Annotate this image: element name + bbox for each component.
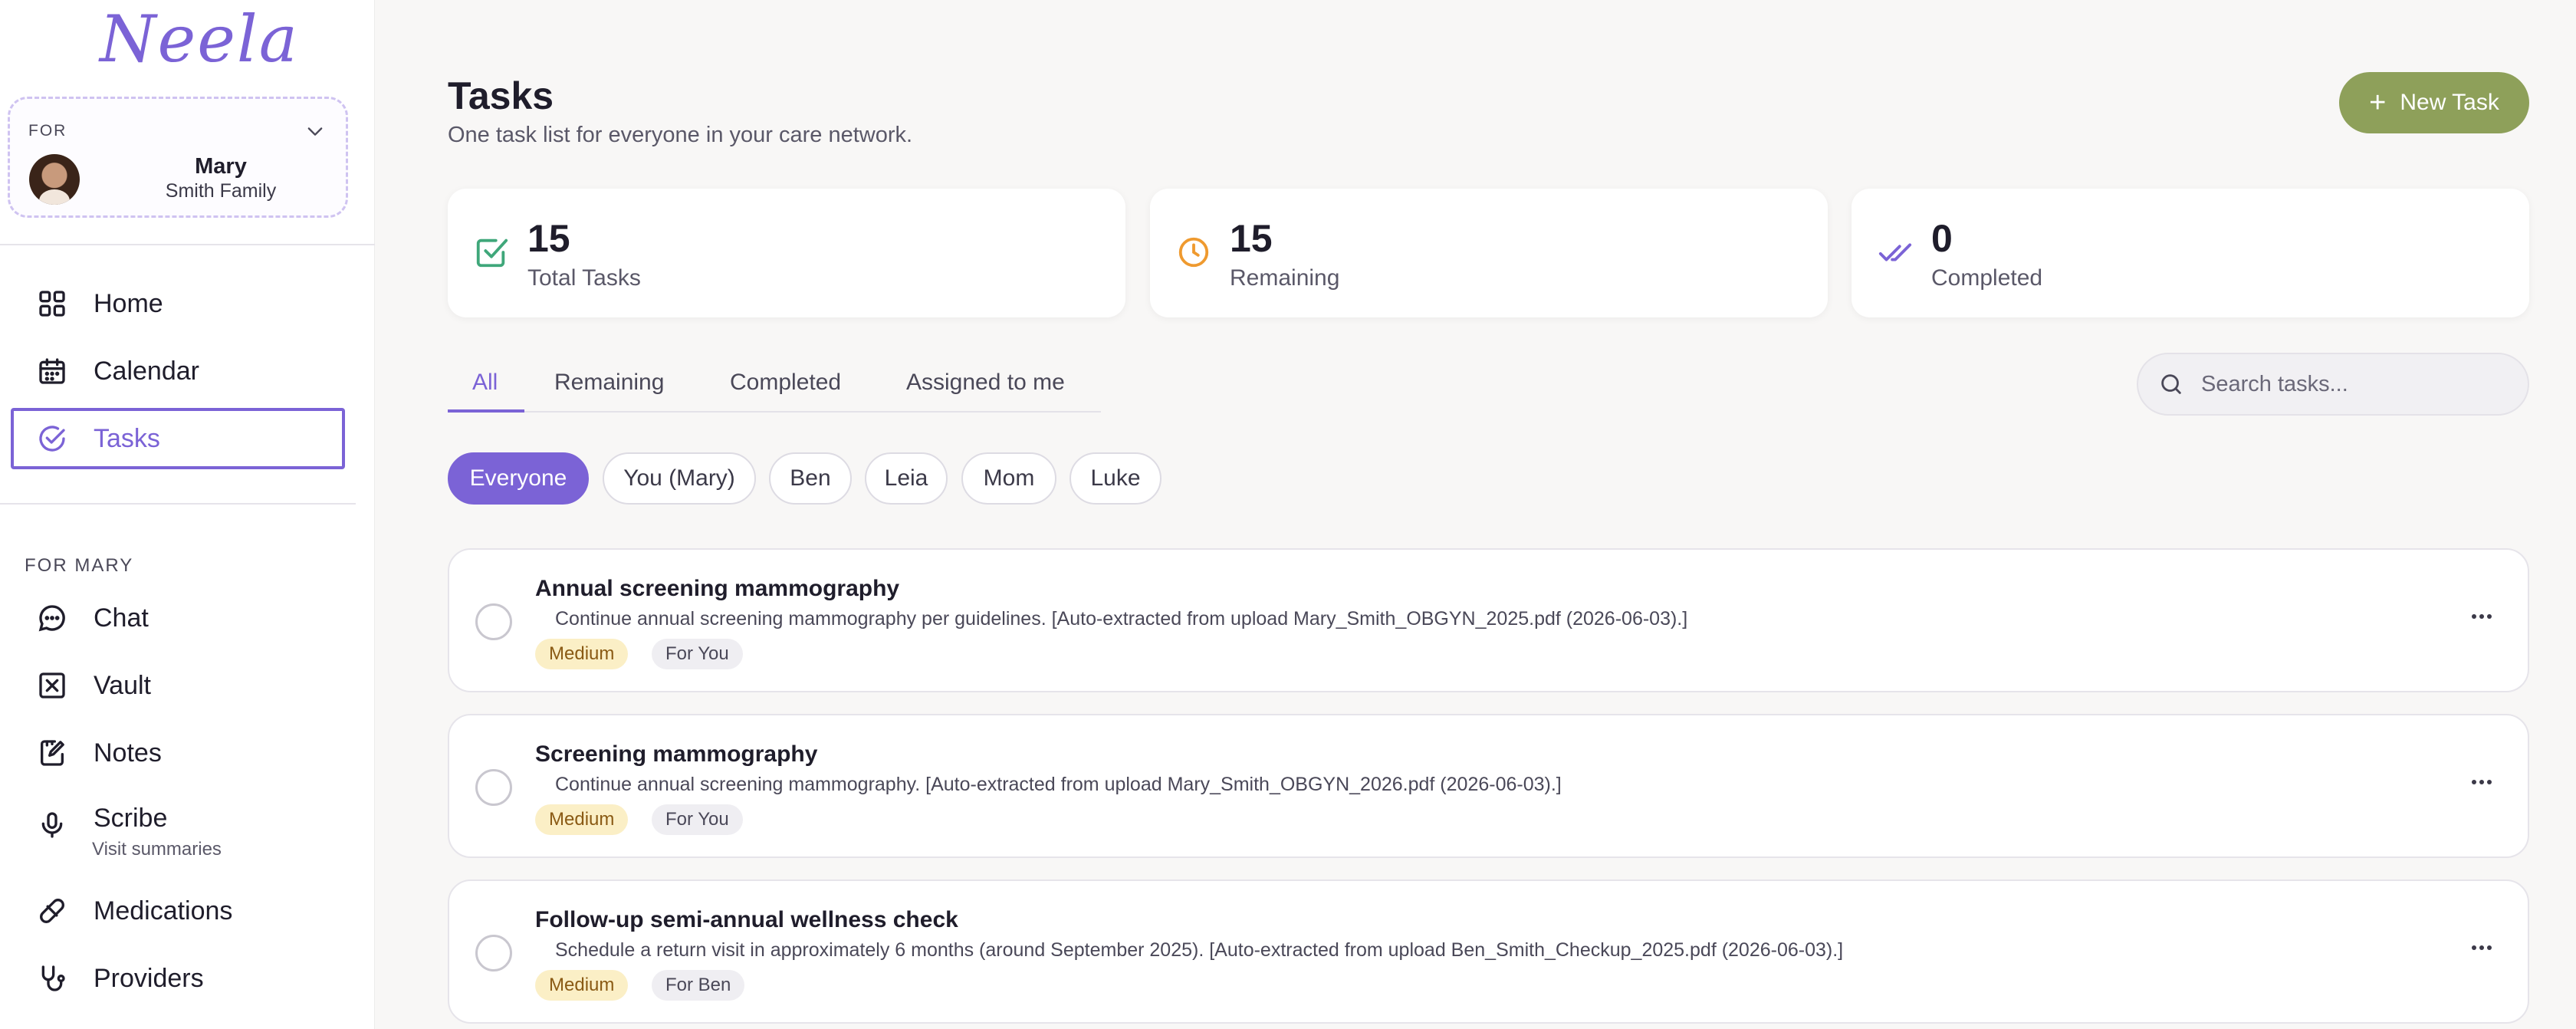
clock-icon: [1178, 237, 1209, 268]
sidebar-item-providers[interactable]: Providers: [11, 948, 345, 1009]
sidebar-item-tasks[interactable]: Tasks: [11, 408, 345, 469]
app-logo[interactable]: Neela: [100, 2, 299, 77]
task-complete-checkbox[interactable]: [475, 769, 512, 806]
more-options-icon[interactable]: [2471, 944, 2492, 952]
pill-icon: [40, 899, 64, 923]
priority-badge: Medium: [535, 970, 629, 1001]
task-card[interactable]: Follow-up semi-annual wellness check Sch…: [448, 879, 2529, 1024]
stat-value: 15: [1230, 217, 1273, 260]
more-options-icon[interactable]: [2471, 613, 2492, 620]
sidebar-item-label: Chat: [94, 603, 149, 633]
sidebar-divider: [0, 503, 356, 505]
task-card[interactable]: Annual screening mammography Continue an…: [448, 548, 2529, 692]
sidebar-divider: [0, 244, 375, 245]
stat-card-remaining: 15 Remaining: [1150, 189, 1828, 317]
vault-icon: [39, 672, 65, 699]
sidebar-item-label: Providers: [94, 963, 204, 993]
sidebar-item-home[interactable]: Home: [11, 273, 345, 334]
page-title: Tasks: [448, 74, 554, 117]
chevron-down-icon[interactable]: [304, 120, 326, 142]
sidebar-item-calendar[interactable]: Calendar: [11, 340, 345, 402]
sidebar-item-vault[interactable]: Vault: [11, 655, 345, 716]
filter-chip-everyone[interactable]: Everyone: [448, 452, 589, 505]
tab-completed[interactable]: Completed: [730, 370, 841, 396]
stat-value: 15: [527, 217, 570, 260]
stat-value: 0: [1931, 217, 1953, 260]
task-description: Schedule a return visit in approximately…: [555, 939, 1844, 961]
double-check-icon: [1878, 243, 1912, 261]
sidebar-item-chat[interactable]: Chat: [11, 587, 345, 649]
sidebar-item-label: Calendar: [94, 356, 199, 386]
sidebar-item-label: Scribe: [94, 804, 168, 833]
more-options-icon[interactable]: [2471, 778, 2492, 786]
sidebar-item-medications[interactable]: Medications: [11, 880, 345, 942]
stat-card-completed: 0 Completed: [1852, 189, 2529, 317]
filter-chip-leia[interactable]: Leia: [865, 452, 948, 505]
sidebar-item-label: Tasks: [94, 423, 160, 453]
plus-icon: +: [2369, 86, 2387, 119]
stat-card-total: 15 Total Tasks: [448, 189, 1125, 317]
notes-icon: [41, 740, 64, 766]
task-complete-checkbox[interactable]: [475, 603, 512, 640]
task-description: Continue annual screening mammography. […: [555, 774, 1562, 795]
profile-family: Smith Family: [165, 180, 277, 202]
task-title: Follow-up semi-annual wellness check: [535, 907, 958, 932]
profile-for-label: FOR: [28, 122, 67, 140]
stat-label: Completed: [1931, 265, 2043, 291]
stat-label: Remaining: [1230, 265, 1340, 291]
new-task-button[interactable]: + New Task: [2339, 72, 2529, 133]
tab-assigned-to-me[interactable]: Assigned to me: [906, 370, 1065, 396]
search-box[interactable]: [2137, 353, 2529, 416]
priority-badge: Medium: [535, 639, 629, 669]
assignee-badge: For You: [652, 639, 743, 669]
task-description: Continue annual screening mammography pe…: [555, 608, 1688, 630]
stat-label: Total Tasks: [527, 265, 641, 291]
priority-badge: Medium: [535, 804, 629, 835]
sidebar-item-sublabel: Visit summaries: [92, 839, 222, 860]
tab-all[interactable]: All: [472, 370, 498, 396]
sidebar-item-label: Notes: [94, 738, 162, 768]
filter-chip-mom[interactable]: Mom: [961, 452, 1056, 505]
calendar-icon: [39, 358, 65, 384]
assignee-badge: For You: [652, 804, 743, 835]
checkbox-icon: [476, 238, 508, 268]
task-complete-checkbox[interactable]: [475, 935, 512, 971]
new-task-label: New Task: [2400, 90, 2499, 115]
section-label: FOR MARY: [25, 555, 134, 576]
page-subtitle: One task list for everyone in your care …: [448, 123, 913, 147]
chat-bubble-icon: [38, 605, 65, 632]
search-icon: [2161, 374, 2181, 394]
filter-chip-ben[interactable]: Ben: [769, 452, 852, 505]
sidebar: Neela FOR Mary Smith Family Home Calenda…: [0, 0, 375, 1029]
task-card[interactable]: Screening mammography Continue annual sc…: [448, 714, 2529, 858]
microphone-icon: [41, 812, 63, 838]
sidebar-item-label: Vault: [94, 670, 151, 700]
check-circle-icon: [39, 426, 65, 452]
tab-remaining[interactable]: Remaining: [554, 370, 664, 396]
sidebar-item-label: Medications: [94, 896, 233, 925]
task-title: Screening mammography: [535, 741, 818, 767]
profile-switcher[interactable]: FOR Mary Smith Family: [8, 97, 348, 218]
active-tab-indicator: [448, 409, 524, 413]
avatar: [29, 154, 80, 205]
sidebar-item-label: Home: [94, 288, 163, 318]
task-title: Annual screening mammography: [535, 576, 900, 601]
grid-icon: [39, 291, 65, 317]
assignee-badge: For Ben: [652, 970, 745, 1001]
profile-name: Mary: [195, 154, 247, 179]
search-input[interactable]: [2201, 371, 2508, 397]
filter-chip-luke[interactable]: Luke: [1070, 452, 1162, 505]
task-tabs: All Remaining Completed Assigned to me: [448, 362, 1101, 413]
filter-chip-you-mary[interactable]: You (Mary): [603, 452, 756, 505]
sidebar-item-notes[interactable]: Notes: [11, 722, 345, 784]
stethoscope-icon: [41, 965, 65, 991]
